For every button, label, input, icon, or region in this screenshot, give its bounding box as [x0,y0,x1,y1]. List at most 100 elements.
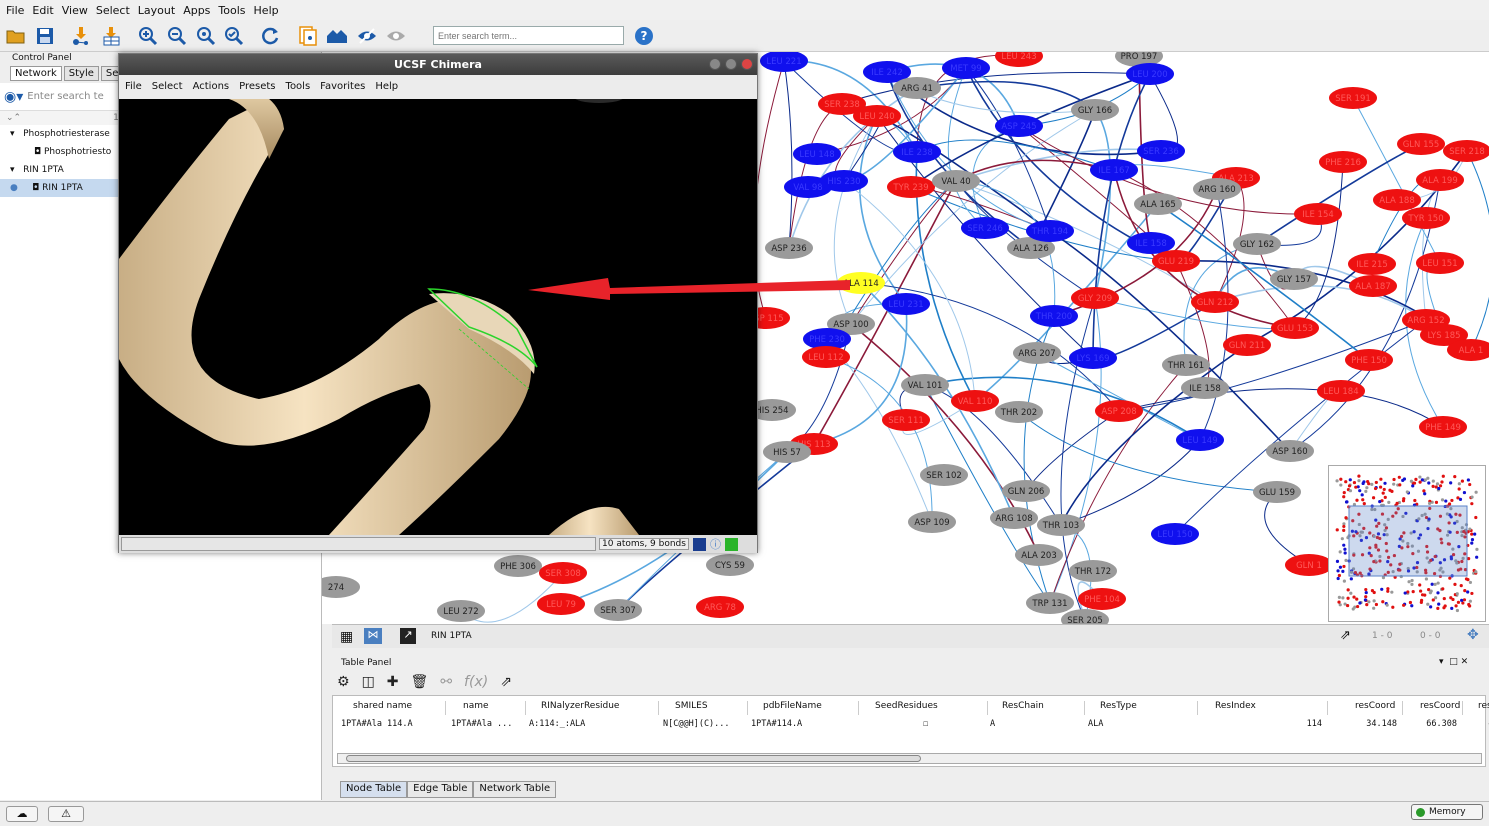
import-network-icon[interactable] [70,25,92,47]
residue-node[interactable]: SER 308 [539,562,587,584]
residue-node[interactable]: ALA 203 [1015,544,1063,566]
residue-node[interactable]: ARG 41 [893,77,941,99]
column-header[interactable]: ResChain [990,701,1085,715]
residue-node[interactable]: VAL 101 [901,374,949,396]
maximize-icon[interactable] [725,58,737,70]
navigate-icon[interactable]: ✥ [1467,627,1479,643]
table-cell[interactable]: 1PTA#Ala ... [451,719,526,731]
tab-network-table[interactable]: Network Table [473,781,557,798]
residue-node[interactable]: LEU 240 [853,105,901,127]
panel-options-icon[interactable]: ▾ □ ✕ [1439,657,1468,667]
chimera-menu-help[interactable]: Help [375,81,398,92]
scroll-thumb[interactable] [346,755,921,762]
horizontal-scrollbar[interactable] [337,753,1482,764]
warning-icon[interactable]: ⚠ [48,806,84,822]
home-icon[interactable] [326,25,348,47]
chimera-menu-select[interactable]: Select [152,81,183,92]
residue-node[interactable]: SER 246 [961,217,1009,239]
column-header[interactable]: resCoord [1408,701,1463,715]
columns-icon[interactable]: ◫ [362,674,375,690]
tab-style[interactable]: Style [63,66,99,81]
residue-node[interactable]: ASP 245 [995,115,1043,137]
residue-node[interactable]: 274 [322,576,360,598]
menu-tools[interactable]: Tools [218,4,245,17]
residue-node[interactable]: ILE 167 [1090,159,1138,181]
table-cell[interactable]: ☐ [863,719,988,731]
menu-select[interactable]: Select [96,4,130,17]
residue-node[interactable]: ASP 160 [1266,440,1314,462]
lightning-icon[interactable] [692,537,706,551]
eye-search-icon[interactable]: ◉▾ [4,89,23,105]
help-icon[interactable]: ? [635,27,653,45]
grid-icon[interactable]: ▦ [340,629,353,645]
hide-selected-icon[interactable] [356,25,378,47]
chimera-menu-actions[interactable]: Actions [193,81,230,92]
residue-node[interactable]: GLU 219 [1152,250,1200,272]
residue-node[interactable]: CYS 59 [706,554,754,576]
residue-node[interactable]: GLY 209 [1071,287,1119,309]
new-network-from-selection-icon[interactable] [297,25,319,47]
column-header[interactable]: name [451,701,526,715]
network-overview[interactable] [1328,465,1486,622]
close-icon[interactable] [741,58,753,70]
show-all-icon[interactable] [385,25,407,47]
column-header[interactable]: ResType [1088,701,1198,715]
column-header[interactable]: SMILES [663,701,748,715]
chimera-menu-tools[interactable]: Tools [286,81,311,92]
residue-node[interactable]: ILE 238 [893,141,941,163]
search-input[interactable] [433,26,624,45]
table-cell[interactable]: 66.308 [1408,719,1463,731]
residue-node[interactable]: ARG 108 [990,507,1038,529]
residue-node[interactable]: GLN 206 [1002,480,1050,502]
residue-node[interactable]: THR 194 [1026,220,1074,242]
delete-icon[interactable]: 🗑 [411,674,429,690]
import-table-icon[interactable] [100,25,122,47]
residue-node[interactable]: ARG 207 [1013,342,1061,364]
table-cell[interactable]: A [990,719,1085,731]
residue-node[interactable]: PHE 149 [1419,416,1467,438]
residue-node[interactable]: TRP 131 [1026,592,1074,614]
residue-node[interactable]: LEU 149 [1176,429,1224,451]
chimera-3d-view[interactable] [119,99,757,535]
expand-icon[interactable]: ▾ [10,129,15,139]
residue-node[interactable]: ALA 188 [1373,189,1421,211]
residue-node[interactable]: ILE 215 [1348,253,1396,275]
residue-node[interactable]: LEU 272 [437,600,485,622]
residue-node[interactable]: ALA 165 [1134,193,1182,215]
residue-node[interactable]: TYR 150 [1402,207,1450,229]
menu-layout[interactable]: Layout [138,4,175,17]
residue-node[interactable]: PHE 306 [494,555,542,577]
residue-node[interactable]: ILE 158 [1181,377,1229,399]
residue-node[interactable]: ARG 160 [1193,178,1241,200]
residue-node[interactable]: ASP 109 [908,511,956,533]
residue-node[interactable]: THR 161 [1162,354,1210,376]
column-header[interactable]: RINalyzerResidue [529,701,659,715]
chimera-menu-file[interactable]: File [125,81,142,92]
residue-node[interactable]: VAL 110 [951,390,999,412]
table-cell[interactable]: -9.759 [1466,719,1489,731]
export-table-icon[interactable]: ⇗ [500,674,512,690]
residue-node[interactable]: ASP 236 [765,237,813,259]
residue-node[interactable]: PHE 104 [1078,588,1126,610]
residue-node[interactable]: ALA 187 [1349,275,1397,297]
table-cell[interactable]: N[C@@H](C)... [663,719,748,731]
column-header[interactable]: pdbFileName [751,701,859,715]
menu-edit[interactable]: Edit [32,4,53,17]
residue-node[interactable]: THR 202 [995,401,1043,423]
info-icon[interactable]: ⓘ [710,536,721,552]
residue-node[interactable]: TYR 239 [887,176,935,198]
chimera-title-bar[interactable]: UCSF Chimera [119,54,757,75]
residue-node[interactable]: HIS 230 [820,170,868,192]
memory-button[interactable]: Memory [1411,804,1483,820]
table-cell[interactable]: 114 [1203,719,1328,731]
tab-network[interactable]: Network [10,66,62,81]
save-icon[interactable] [34,25,56,47]
tab-node-table[interactable]: Node Table [340,781,408,798]
menu-help[interactable]: Help [254,4,279,17]
residue-node[interactable]: GLN 1 [1285,554,1333,576]
table-cell[interactable]: ALA [1088,719,1198,731]
residue-node[interactable]: LEU 112 [802,346,850,368]
residue-node[interactable]: ALA 199 [1416,169,1464,191]
residue-node[interactable]: LEU 243 [995,52,1043,67]
residue-node[interactable]: MET 99 [942,57,990,79]
